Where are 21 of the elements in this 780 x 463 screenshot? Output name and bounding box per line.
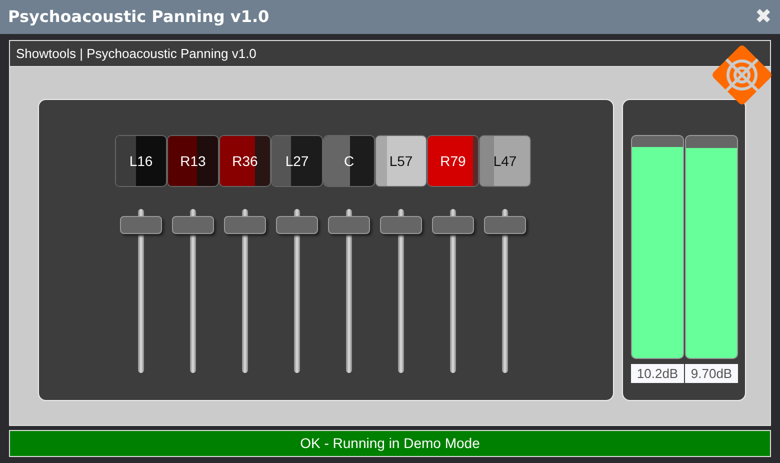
fader-handle[interactable] <box>120 216 162 234</box>
window-title: Psychoacoustic Panning v1.0 <box>8 6 270 28</box>
level-reading: 10.2dB <box>631 364 684 383</box>
status-text: OK - Running in Demo Mode <box>300 434 480 453</box>
channel-button[interactable]: L57 <box>375 135 427 187</box>
channel-button[interactable]: L47 <box>479 135 531 187</box>
fader-handle[interactable] <box>172 216 214 234</box>
channel-button[interactable]: C <box>323 135 375 187</box>
fader-handle[interactable] <box>328 216 370 234</box>
channel-button[interactable]: R13 <box>167 135 219 187</box>
fader-handle[interactable] <box>432 216 474 234</box>
fader-handle[interactable] <box>224 216 266 234</box>
fader-handle[interactable] <box>484 216 526 234</box>
fader-handle[interactable] <box>380 216 422 234</box>
fader-handle[interactable] <box>276 216 318 234</box>
header-title: Showtools | Psychoacoustic Panning v1.0 <box>16 44 256 63</box>
channel-button[interactable]: L27 <box>271 135 323 187</box>
channel-button[interactable]: R79 <box>427 135 479 187</box>
channel-button[interactable]: R36 <box>219 135 271 187</box>
level-reading: 9.70dB <box>685 364 738 383</box>
channel-button[interactable]: L16 <box>115 135 167 187</box>
